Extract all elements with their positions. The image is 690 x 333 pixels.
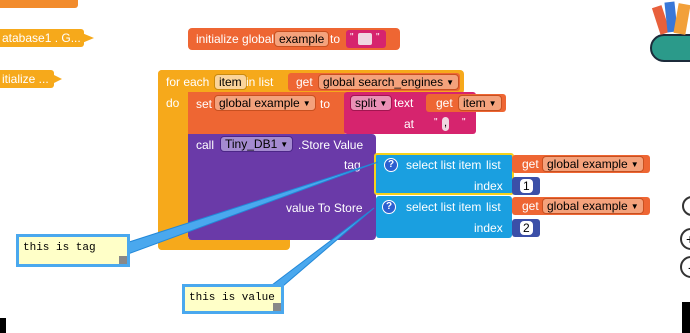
value-to-store-label: value To Store [286,201,363,215]
loop-var-field[interactable]: item [214,74,247,90]
set-var-text: global example [219,96,300,110]
search-engines-var-field[interactable]: global search_engines ▼ [318,74,460,90]
partial-block-database-tab [82,33,94,43]
set-var-field[interactable]: global example ▼ [214,95,316,111]
set-global-block[interactable]: set global example ▼ to [188,92,348,134]
split-text-label: text [394,96,414,110]
empty-text-field[interactable] [358,33,372,45]
component-dropdown-text: Tiny_DB1 [225,137,278,151]
comma-text-block[interactable]: " , " [428,115,474,133]
bottom-right-marker [682,302,690,333]
in-list-label: in list [246,75,274,89]
split-dropdown[interactable]: split ▼ [350,95,393,111]
empty-text-block[interactable]: " " [346,30,386,48]
number-block-1[interactable]: 1 [512,177,540,195]
select-list-item-block-2[interactable]: ? select list item list index [376,196,512,238]
global-var-name-field[interactable]: example [274,31,330,47]
tag-comment[interactable]: this is tag [16,234,130,267]
trash-icon[interactable] [648,0,690,66]
trash-paper-3 [673,3,690,35]
get-item-var-text: item [463,96,486,110]
for-each-header[interactable]: for each item in list get global search_… [158,70,464,94]
do-label: do [166,96,180,110]
select-index-label: index [474,221,503,235]
select-list-label: list [486,200,501,214]
tag-label: tag [344,158,361,172]
set-to-label: to [320,97,331,111]
set-label: set [196,97,213,111]
zoom-center-icon[interactable] [682,196,690,216]
chevron-down-icon: ▼ [280,140,289,149]
component-dropdown[interactable]: Tiny_DB1 ▼ [220,136,294,152]
comma-text-field[interactable]: , [442,117,450,131]
get-label: get [522,157,539,171]
comma-quote-open: " [434,117,438,128]
partial-block-database-label: atabase1 . G... [2,31,81,45]
get-item-var-field[interactable]: item ▼ [458,95,502,111]
initialize-global-label: initialize global [196,32,275,46]
value-comment-text: this is value [189,292,275,304]
question-icon[interactable]: ? [384,158,398,172]
zoom-out-button[interactable]: - [680,256,690,278]
get-label: get [522,199,539,213]
init-to-label: to [330,32,341,46]
quote-open: " [350,32,354,43]
split-dropdown-text: split [355,96,377,110]
search-engines-var-text: global search_engines [323,75,444,89]
partial-block-database[interactable]: atabase1 . G... [0,29,84,47]
tag-comment-text: this is tag [23,242,96,254]
chevron-down-icon: ▼ [302,99,311,108]
select-list-label: list [486,158,501,172]
bottom-left-marker [0,318,6,333]
number-block-2[interactable]: 2 [512,219,540,237]
get-label: get [296,75,313,89]
get-global-example-var-text: global example [547,199,628,213]
comma-quote-close: " [462,117,466,128]
get-global-example-var-field[interactable]: global example ▼ [542,198,644,214]
get-search-engines-block[interactable]: get global search_engines ▼ [288,73,460,91]
for-each-label: for each [166,75,210,89]
tinydb-store-value-block[interactable]: call Tiny_DB1 ▼ .Store Value tag value To… [188,134,376,240]
get-global-example-block-2[interactable]: get global example ▼ [512,197,650,215]
get-item-block[interactable]: get item ▼ [426,94,506,112]
split-at-label: at [404,117,415,131]
partial-block-top[interactable] [0,0,78,8]
trash-lid [650,34,690,62]
chevron-down-icon: ▼ [630,202,639,211]
comment-resize-handle[interactable] [119,256,127,264]
get-item-label: get [436,96,453,110]
chevron-down-icon: ▼ [446,78,455,87]
number-field-2[interactable]: 2 [520,221,533,235]
chevron-down-icon: ▼ [379,99,388,108]
question-icon[interactable]: ? [382,200,396,214]
select-index-label: index [474,179,503,193]
chevron-down-icon: ▼ [630,160,639,169]
get-global-example-block-1[interactable]: get global example ▼ [512,155,650,173]
quote-close: " [376,32,380,43]
number-field-1[interactable]: 1 [520,179,533,193]
comment-resize-handle[interactable] [273,303,281,311]
partial-block-initialize[interactable]: itialize ... [0,70,54,88]
store-value-label: .Store Value [298,138,364,152]
chevron-down-icon: ▼ [488,99,497,108]
get-global-example-var-text: global example [547,157,628,171]
zoom-in-button[interactable]: + [680,228,690,250]
get-global-example-var-field[interactable]: global example ▼ [542,156,644,172]
call-label: call [196,138,215,152]
partial-block-initialize-tab [52,74,62,84]
select-list-item-label: select list item [406,158,482,172]
select-list-item-label: select list item [406,200,482,214]
initialize-global-block[interactable]: initialize global example to " " [188,28,400,50]
partial-block-initialize-label: itialize ... [2,72,49,86]
select-list-item-block-1[interactable]: ? select list item list index [374,153,514,195]
value-comment[interactable]: this is value [182,284,284,314]
